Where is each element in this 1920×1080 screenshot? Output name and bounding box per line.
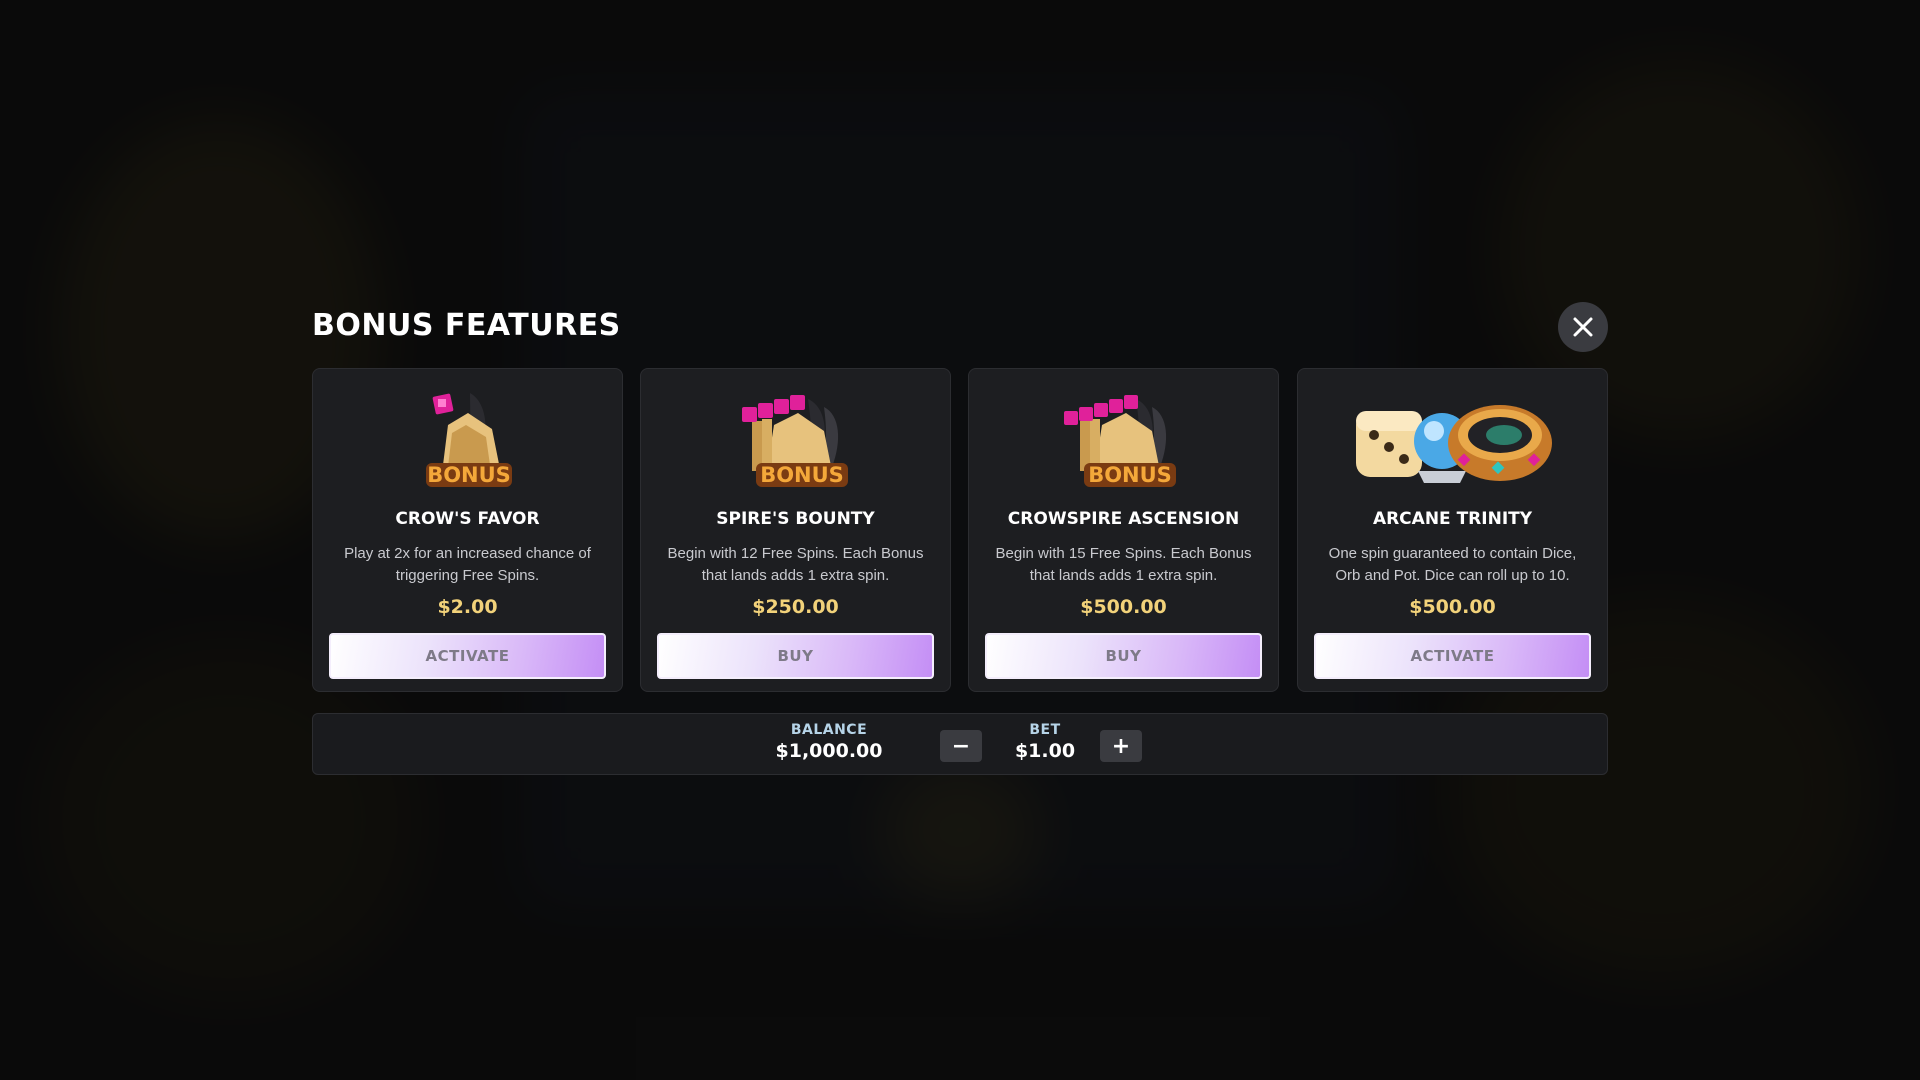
card-price: $500.00 xyxy=(1409,596,1496,618)
bet-label: BET xyxy=(1029,722,1061,738)
svg-text:BONUS: BONUS xyxy=(760,463,844,487)
bonus-features-modal: BONUS FEATURES BONUS CROW'S FAVOR Play a… xyxy=(312,300,1608,776)
card-description: Begin with 12 Free Spins. Each Bonus tha… xyxy=(667,545,924,584)
bet-increase-button[interactable]: + xyxy=(1100,730,1142,762)
feature-card-spires-bounty: BONUS SPIRE'S BOUNTY Begin with 12 Free … xyxy=(640,368,951,692)
card-price: $250.00 xyxy=(752,596,839,618)
buy-button[interactable]: BUY xyxy=(657,633,934,679)
bonus-scroll-stack-icon: BONUS xyxy=(969,385,1278,493)
card-title: SPIRE'S BOUNTY xyxy=(716,509,875,529)
close-button[interactable] xyxy=(1558,302,1608,352)
card-description: One spin guaranteed to contain Dice, Orb… xyxy=(1328,545,1577,584)
close-icon xyxy=(1573,317,1593,337)
bonus-scroll-stack-icon: BONUS xyxy=(641,385,950,493)
activate-button[interactable]: ACTIVATE xyxy=(1314,633,1591,679)
card-title: CROWSPIRE ASCENSION xyxy=(1007,509,1240,529)
svg-text:BONUS: BONUS xyxy=(1088,463,1172,487)
svg-text:BONUS: BONUS xyxy=(427,463,511,487)
card-description: Begin with 15 Free Spins. Each Bonus tha… xyxy=(995,545,1252,584)
bet-value: $1.00 xyxy=(1014,740,1076,762)
card-price: $2.00 xyxy=(437,596,498,618)
feature-card-crows-favor: BONUS CROW'S FAVOR Play at 2x for an inc… xyxy=(312,368,623,692)
card-description: Play at 2x for an increased chance of tr… xyxy=(344,545,591,584)
dice-orb-pot-icon xyxy=(1298,385,1607,493)
balance-label: BALANCE xyxy=(790,722,868,738)
bet-display: BET $1.00 xyxy=(1005,722,1085,762)
modal-title: BONUS FEATURES xyxy=(312,308,621,343)
card-title: CROW'S FAVOR xyxy=(395,509,540,529)
bonus-scroll-icon: BONUS xyxy=(313,385,622,493)
bet-bar: BALANCE $1,000.00 − BET $1.00 + xyxy=(312,713,1608,775)
balance-display: BALANCE $1,000.00 xyxy=(763,722,895,762)
bet-decrease-button[interactable]: − xyxy=(940,730,982,762)
card-price: $500.00 xyxy=(1080,596,1167,618)
activate-button[interactable]: ACTIVATE xyxy=(329,633,606,679)
feature-cards: BONUS CROW'S FAVOR Play at 2x for an inc… xyxy=(312,368,1608,692)
feature-card-arcane-trinity: ARCANE TRINITY One spin guaranteed to co… xyxy=(1297,368,1608,692)
balance-value: $1,000.00 xyxy=(775,740,883,762)
card-title: ARCANE TRINITY xyxy=(1372,509,1533,529)
buy-button[interactable]: BUY xyxy=(985,633,1262,679)
feature-card-crowspire-ascension: BONUS CROWSPIRE ASCENSION Begin with 15 … xyxy=(968,368,1279,692)
